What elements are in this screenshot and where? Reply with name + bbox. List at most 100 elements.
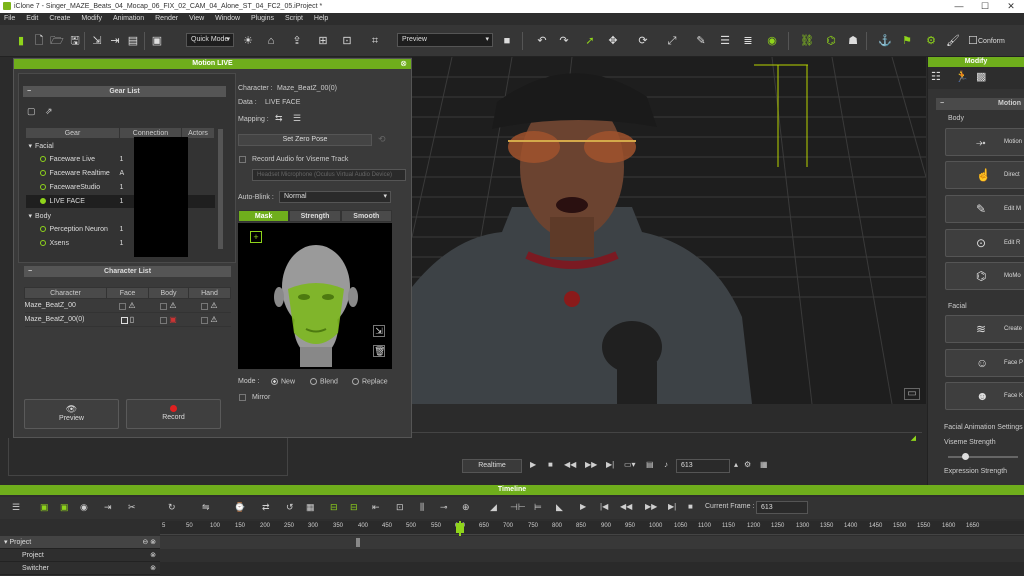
blend-icon[interactable]: ⇄: [262, 502, 270, 513]
trash-icon[interactable]: 🗑: [373, 345, 385, 357]
character-row[interactable]: Maze_BeatZ_00(0) ▯ ▣ ⚠: [24, 312, 231, 327]
face-mask-preview[interactable]: + ⇲ 🗑: [238, 223, 392, 369]
track-list-icon[interactable]: ☰: [12, 502, 20, 513]
select-frame-icon[interactable]: ⊡: [340, 34, 354, 48]
checker-icon[interactable]: ▩: [976, 70, 986, 83]
current-frame-input[interactable]: 613: [756, 501, 808, 514]
list-icon[interactable]: ≣: [741, 34, 755, 48]
grid-add-icon[interactable]: ⊞: [316, 34, 330, 48]
film-icon[interactable]: ▦: [760, 460, 768, 469]
clip-icon[interactable]: ▣: [60, 502, 69, 513]
record-button[interactable]: Record: [126, 399, 221, 429]
settings-list-icon[interactable]: ⚙: [924, 34, 938, 48]
audio-device-select[interactable]: Headset Microphone (Oculus Virtual Audio…: [252, 169, 406, 181]
undo-icon[interactable]: ↶: [535, 34, 549, 48]
runner-icon[interactable]: 🏃: [955, 70, 969, 83]
track-switcher[interactable]: Switcher ⊗: [0, 562, 160, 575]
menu-create[interactable]: Create: [49, 13, 70, 25]
playhead-handle[interactable]: [456, 523, 464, 533]
timeline-ruler[interactable]: 5 50 100 150 200 250 300 350 400 450 500…: [160, 521, 1024, 535]
column-face[interactable]: Face: [106, 287, 149, 299]
open-folder-icon[interactable]: 🗁: [50, 34, 64, 48]
menu-plugins[interactable]: Plugins: [251, 13, 274, 25]
tl-forward-icon[interactable]: ▶▶: [645, 502, 657, 511]
tl-prev-icon[interactable]: |◀: [600, 502, 608, 511]
column-character[interactable]: Character: [24, 287, 107, 299]
tl-play-icon[interactable]: ▶: [580, 502, 586, 511]
mapping-icon[interactable]: ⇆: [275, 113, 283, 124]
gear-icon[interactable]: ⚙: [744, 460, 751, 469]
cut-icon[interactable]: ✂: [128, 502, 136, 513]
move-icon[interactable]: ✥: [606, 34, 620, 48]
import-icon[interactable]: ⇲: [90, 34, 104, 48]
export-icon[interactable]: ⇥: [108, 34, 122, 48]
column-body[interactable]: Body: [148, 287, 189, 299]
range-icon[interactable]: ⊟: [330, 502, 338, 513]
switcher-lane[interactable]: [160, 562, 1024, 576]
add-mask-icon[interactable]: +: [250, 231, 262, 243]
usd-icon[interactable]: ▤: [126, 34, 140, 48]
save-icon[interactable]: 🖫: [68, 34, 82, 48]
select-arrow-icon[interactable]: ➚: [583, 34, 597, 48]
skip-icon[interactable]: ⇤: [372, 502, 380, 513]
mode-new-radio[interactable]: New: [271, 378, 295, 385]
menu-window[interactable]: Window: [215, 13, 240, 25]
track-marker[interactable]: [356, 538, 360, 547]
gear-list-header[interactable]: − Gear List: [23, 86, 226, 97]
new-file-icon[interactable]: 🗋: [32, 34, 46, 48]
conform-icon[interactable]: ☐: [968, 34, 978, 48]
track-project[interactable]: Project ⊗: [0, 549, 160, 562]
music-icon[interactable]: ♪: [664, 460, 668, 469]
tl-next-icon[interactable]: ▶|: [668, 502, 676, 511]
panel-icon[interactable]: ▣: [150, 34, 164, 48]
realtime-dropdown[interactable]: Realtime: [462, 459, 522, 473]
edit-reach-button[interactable]: ⊙ Edit R: [945, 229, 1024, 257]
stepper-icon[interactable]: ▴: [734, 460, 738, 469]
console-icon[interactable]: ▭: [904, 388, 920, 400]
tl-rewind-icon[interactable]: ◀◀: [620, 502, 632, 511]
column-hand[interactable]: Hand: [188, 287, 231, 299]
slider-handle[interactable]: [962, 453, 969, 460]
reset-icon[interactable]: ⟲: [378, 134, 386, 145]
mapping-list-icon[interactable]: ☰: [293, 113, 301, 124]
insert-icon[interactable]: ⇥: [104, 502, 112, 513]
record-audio-checkbox[interactable]: [239, 156, 246, 163]
graph-icon[interactable]: ⌬: [824, 34, 838, 48]
mark-in-icon[interactable]: ◢: [490, 502, 497, 513]
camera-icon[interactable]: ■: [500, 34, 514, 48]
select-mask-icon[interactable]: ⇲: [373, 325, 385, 337]
face-key-button[interactable]: ☻ Face K: [945, 382, 1024, 410]
loop-icon[interactable]: ↻: [168, 502, 176, 513]
menu-modify[interactable]: Modify: [81, 13, 102, 25]
close-button[interactable]: ✕: [998, 0, 1024, 13]
people-icon[interactable]: ☗: [846, 34, 860, 48]
resize-handle-icon[interactable]: ◢: [911, 434, 916, 442]
minimize-button[interactable]: —: [946, 0, 972, 13]
view-icon[interactable]: ◉: [80, 502, 88, 513]
tl-stop-icon[interactable]: ■: [688, 502, 693, 511]
play-icon[interactable]: ▶: [530, 460, 536, 469]
create-button[interactable]: ≋ Create: [945, 315, 1024, 343]
mirror-checkbox[interactable]: [239, 394, 246, 401]
character-list-header[interactable]: − Character List: [24, 266, 231, 277]
character-row[interactable]: Maze_BeatZ_00 ⚠ ⚠ ⚠: [24, 298, 231, 313]
maximize-button[interactable]: ☐: [972, 0, 998, 13]
3d-viewport[interactable]: ▭: [412, 57, 926, 404]
menu-view[interactable]: View: [189, 13, 204, 25]
preview-button[interactable]: 👁 Preview: [24, 399, 119, 429]
project-sub-lane[interactable]: [160, 549, 1024, 562]
quick-mode-dropdown[interactable]: Quick Mode: [186, 33, 234, 47]
face-checkbox[interactable]: [120, 316, 128, 324]
menu-help[interactable]: Help: [314, 13, 328, 25]
paint-icon[interactable]: ✎: [694, 34, 708, 48]
zoom-in-icon[interactable]: ⊕: [462, 502, 470, 513]
menu-animation[interactable]: Animation: [113, 13, 144, 25]
edit-motion-button[interactable]: ✎ Edit M: [945, 195, 1024, 223]
set-zero-pose-button[interactable]: Set Zero Pose: [238, 134, 372, 146]
direct-button[interactable]: ☝ Direct: [945, 161, 1024, 189]
next-frame-icon[interactable]: ▶|: [606, 460, 614, 469]
trim-icon[interactable]: ⊡: [396, 502, 404, 513]
scale-icon[interactable]: ⤢: [665, 34, 679, 48]
key-icon[interactable]: ▣: [40, 502, 49, 513]
flip-icon[interactable]: ⇋: [202, 502, 210, 513]
